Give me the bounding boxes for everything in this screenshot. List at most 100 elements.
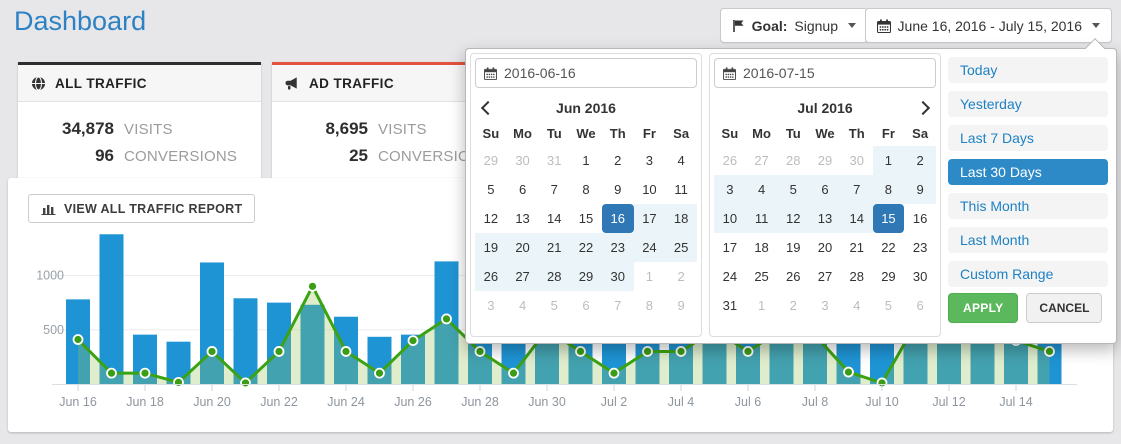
day-cell[interactable]: 1 <box>634 262 666 291</box>
day-cell[interactable]: 6 <box>507 175 539 204</box>
day-cell[interactable]: 6 <box>570 291 602 320</box>
day-cell[interactable]: 10 <box>714 204 746 233</box>
day-cell[interactable]: 26 <box>714 146 746 175</box>
preset-yesterday[interactable]: Yesterday <box>948 91 1108 117</box>
day-cell[interactable]: 28 <box>777 146 809 175</box>
day-cell[interactable]: 27 <box>746 146 778 175</box>
day-cell[interactable]: 12 <box>475 204 507 233</box>
day-cell[interactable]: 31 <box>538 146 570 175</box>
day-cell[interactable]: 29 <box>475 146 507 175</box>
day-cell[interactable]: 15 <box>570 204 602 233</box>
day-cell[interactable]: 29 <box>809 146 841 175</box>
day-cell[interactable]: 13 <box>809 204 841 233</box>
day-cell[interactable]: 22 <box>873 233 905 262</box>
day-cell[interactable]: 21 <box>538 233 570 262</box>
day-cell[interactable]: 23 <box>904 233 936 262</box>
day-cell[interactable]: 5 <box>777 175 809 204</box>
preset-today[interactable]: Today <box>948 57 1108 83</box>
day-cell[interactable]: 5 <box>873 291 905 320</box>
day-cell[interactable]: 8 <box>570 175 602 204</box>
day-cell[interactable]: 26 <box>777 262 809 291</box>
day-cell[interactable]: 28 <box>538 262 570 291</box>
day-cell[interactable]: 6 <box>809 175 841 204</box>
day-cell[interactable]: 7 <box>602 291 634 320</box>
preset-custom-range[interactable]: Custom Range <box>948 261 1108 287</box>
day-cell[interactable]: 3 <box>634 146 666 175</box>
day-cell[interactable]: 19 <box>777 233 809 262</box>
day-cell[interactable]: 4 <box>841 291 873 320</box>
day-cell[interactable]: 8 <box>634 291 666 320</box>
day-cell[interactable]: 25 <box>665 233 697 262</box>
day-cell[interactable]: 8 <box>873 175 905 204</box>
preset-last-month[interactable]: Last Month <box>948 227 1108 253</box>
day-cell[interactable]: 20 <box>507 233 539 262</box>
day-cell[interactable]: 31 <box>714 291 746 320</box>
day-cell[interactable]: 4 <box>746 175 778 204</box>
day-cell[interactable]: 2 <box>665 262 697 291</box>
day-cell[interactable]: 2 <box>777 291 809 320</box>
preset-last-30-days[interactable]: Last 30 Days <box>948 159 1108 185</box>
day-cell[interactable]: 28 <box>841 262 873 291</box>
day-cell[interactable]: 30 <box>841 146 873 175</box>
day-cell[interactable]: 6 <box>904 291 936 320</box>
day-cell[interactable]: 7 <box>538 175 570 204</box>
preset-last-7-days[interactable]: Last 7 Days <box>948 125 1108 151</box>
day-cell[interactable]: 17 <box>714 233 746 262</box>
day-cell[interactable]: 1 <box>873 146 905 175</box>
day-cell[interactable]: 10 <box>634 175 666 204</box>
day-cell[interactable]: 1 <box>746 291 778 320</box>
apply-button[interactable]: APPLY <box>948 293 1018 323</box>
day-cell[interactable]: 29 <box>873 262 905 291</box>
day-cell-selected[interactable]: 15 <box>873 204 905 233</box>
day-cell[interactable]: 13 <box>507 204 539 233</box>
day-cell[interactable]: 3 <box>714 175 746 204</box>
day-cell[interactable]: 3 <box>809 291 841 320</box>
cancel-button[interactable]: CANCEL <box>1026 293 1102 323</box>
day-cell[interactable]: 26 <box>475 262 507 291</box>
preset-this-month[interactable]: This Month <box>948 193 1108 219</box>
day-cell[interactable]: 5 <box>475 175 507 204</box>
day-cell[interactable]: 12 <box>777 204 809 233</box>
day-cell[interactable]: 18 <box>746 233 778 262</box>
day-cell[interactable]: 19 <box>475 233 507 262</box>
day-cell[interactable]: 22 <box>570 233 602 262</box>
day-cell[interactable]: 11 <box>665 175 697 204</box>
day-cell[interactable]: 17 <box>634 204 666 233</box>
day-cell[interactable]: 24 <box>634 233 666 262</box>
day-cell[interactable]: 27 <box>507 262 539 291</box>
day-cell[interactable]: 21 <box>841 233 873 262</box>
day-cell[interactable]: 1 <box>570 146 602 175</box>
day-cell[interactable]: 18 <box>665 204 697 233</box>
prev-month-icon[interactable] <box>481 101 495 115</box>
day-cell[interactable]: 27 <box>809 262 841 291</box>
day-cell[interactable]: 2 <box>602 146 634 175</box>
day-cell[interactable]: 16 <box>904 204 936 233</box>
day-cell[interactable]: 30 <box>507 146 539 175</box>
day-cell[interactable]: 4 <box>507 291 539 320</box>
day-cell[interactable]: 30 <box>602 262 634 291</box>
day-cell[interactable]: 25 <box>746 262 778 291</box>
day-cell[interactable]: 7 <box>841 175 873 204</box>
day-cell[interactable]: 29 <box>570 262 602 291</box>
date-range-button[interactable]: June 16, 2016 - July 15, 2016 <box>865 8 1112 43</box>
day-cell[interactable]: 4 <box>665 146 697 175</box>
next-month-icon[interactable] <box>916 101 930 115</box>
day-cell[interactable]: 30 <box>904 262 936 291</box>
day-cell[interactable]: 23 <box>602 233 634 262</box>
day-cell[interactable]: 2 <box>904 146 936 175</box>
day-cell[interactable]: 3 <box>475 291 507 320</box>
day-cell[interactable]: 20 <box>809 233 841 262</box>
day-cell[interactable]: 14 <box>841 204 873 233</box>
day-cell[interactable]: 14 <box>538 204 570 233</box>
day-cell[interactable]: 11 <box>746 204 778 233</box>
day-cell[interactable]: 5 <box>538 291 570 320</box>
goal-dropdown-button[interactable]: Goal: Signup <box>720 8 868 43</box>
view-all-traffic-report-button[interactable]: VIEW ALL TRAFFIC REPORT <box>28 194 255 223</box>
end-date-input[interactable]: 2016-07-15 <box>714 58 936 88</box>
day-cell[interactable]: 9 <box>665 291 697 320</box>
day-cell-selected[interactable]: 16 <box>602 204 634 233</box>
day-cell[interactable]: 9 <box>904 175 936 204</box>
day-cell[interactable]: 24 <box>714 262 746 291</box>
day-cell[interactable]: 9 <box>602 175 634 204</box>
start-date-input[interactable]: 2016-06-16 <box>475 58 697 88</box>
